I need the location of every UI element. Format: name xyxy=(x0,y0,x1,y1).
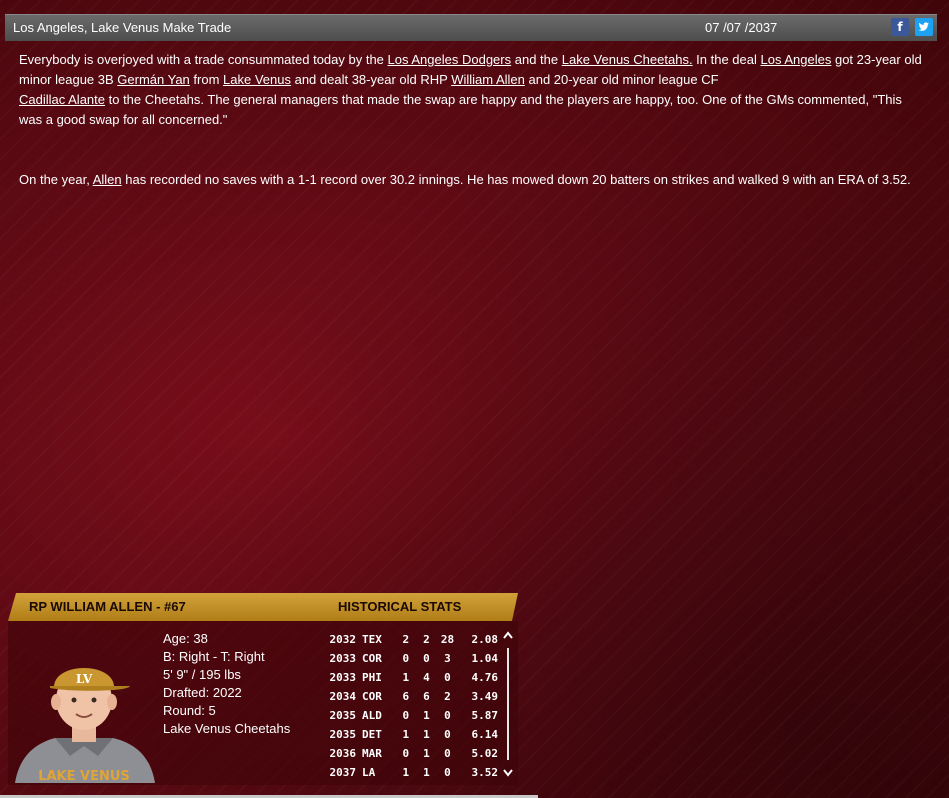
stats-cell-l: 1 xyxy=(423,747,430,760)
link-los-angeles-dodgers[interactable]: Los Angeles Dodgers xyxy=(388,52,512,67)
cap-logo: LV xyxy=(76,672,93,686)
stats-row: 2035 ALD 0 1 0 5.87 xyxy=(318,706,498,725)
article-text: has recorded no saves with a 1-1 record … xyxy=(121,172,911,187)
facebook-share-icon[interactable]: f xyxy=(891,18,909,36)
stats-cell-year: 2037 xyxy=(329,766,356,779)
stats-cell-team: COR xyxy=(361,690,382,703)
link-german-yan[interactable]: Germán Yan xyxy=(117,72,190,87)
article-text: and the xyxy=(511,52,562,67)
stats-cell-w: 1 xyxy=(402,766,410,779)
stats-cell-w: 0 xyxy=(402,747,410,760)
stats-cell-w: 0 xyxy=(402,709,410,722)
stats-cell-l: 2 xyxy=(423,633,430,646)
stats-cell-year: 2033 xyxy=(329,671,356,684)
player-team: Lake Venus Cheetahs xyxy=(163,721,291,736)
stats-cell-w: 0 xyxy=(402,652,410,665)
stats-row: 2034 COR 6 6 2 3.49 xyxy=(318,687,498,706)
stats-cell-year: 2035 xyxy=(329,728,356,741)
player-card-header: RP WILLIAM ALLEN - #67 HISTORICAL STATS xyxy=(8,593,518,621)
stats-cell-era: 3.49 xyxy=(471,690,499,703)
historical-stats-title: HISTORICAL STATS xyxy=(338,599,462,614)
news-date: 07 /07 /2037 xyxy=(705,20,778,35)
stats-cell-w: 1 xyxy=(402,671,410,684)
stats-cell-l: 6 xyxy=(423,690,430,703)
stats-cell-s: 0 xyxy=(444,747,451,760)
stats-cell-year: 2036 xyxy=(329,747,356,760)
stats-cell-team: MAR xyxy=(361,747,382,760)
stats-cell-w: 2 xyxy=(402,633,410,646)
stats-cell-era: 1.04 xyxy=(471,652,499,665)
article-paragraph: On the year, Allen has recorded no saves… xyxy=(19,170,924,190)
stats-cell-team: DET xyxy=(361,728,382,741)
historical-stats-table[interactable]: 2032 TEX 2 2 28 2.08 2033 COR 0 0 3 1.04 2033 PHI 1 4 0 4… xyxy=(318,627,498,785)
stats-cell-year: 2032 xyxy=(329,633,356,646)
stats-cell-era: 3.52 xyxy=(471,766,499,779)
article-text: from xyxy=(189,72,224,87)
stats-cell-team: LA xyxy=(361,766,376,779)
stats-cell-team: TEX xyxy=(361,633,382,646)
stats-cell-year: 2035 xyxy=(329,709,356,722)
news-title-bar: Los Angeles, Lake Venus Make Trade 07 /0… xyxy=(5,14,937,41)
jersey-text: LAKE VENUS xyxy=(38,769,130,783)
stats-cell-era: 6.14 xyxy=(471,728,499,741)
twitter-share-icon[interactable] xyxy=(915,18,933,36)
stats-cell-era: 5.02 xyxy=(471,747,499,760)
link-lake-venus[interactable]: Lake Venus xyxy=(223,72,291,87)
player-name[interactable]: RP WILLIAM ALLEN - #67 xyxy=(29,599,186,614)
stats-cell-l: 0 xyxy=(423,652,430,665)
stats-row: 2035 DET 1 1 0 6.14 xyxy=(318,725,498,744)
article-text: On the year, xyxy=(19,172,93,187)
player-portrait: LAKE VENUS LV xyxy=(10,652,158,783)
stats-scrollbar[interactable] xyxy=(507,648,509,760)
stats-cell-s: 0 xyxy=(444,709,451,722)
player-bats-throws: B: Right - T: Right xyxy=(163,649,265,664)
stats-cell-s: 0 xyxy=(444,728,451,741)
scroll-down-icon[interactable] xyxy=(502,766,514,778)
link-william-allen[interactable]: William Allen xyxy=(451,72,525,87)
stats-cell-s: 2 xyxy=(444,690,451,703)
link-cadillac-alante[interactable]: Cadillac Alante xyxy=(19,92,105,107)
stats-cell-year: 2034 xyxy=(329,690,356,703)
stats-cell-l: 4 xyxy=(423,671,430,684)
player-age: Age: 38 xyxy=(163,631,208,646)
stats-cell-w: 6 xyxy=(402,690,410,703)
stats-cell-year: 2033 xyxy=(329,652,356,665)
link-lake-venus-cheetahs[interactable]: Lake Venus Cheetahs. xyxy=(562,52,693,67)
stats-cell-s: 0 xyxy=(444,766,451,779)
player-draft-round: Round: 5 xyxy=(163,703,216,718)
stats-cell-era: 4.76 xyxy=(471,671,499,684)
link-allen[interactable]: Allen xyxy=(93,172,122,187)
article-text: and dealt 38-year old RHP xyxy=(290,72,452,87)
stats-cell-s: 0 xyxy=(444,671,451,684)
stats-row: 2036 MAR 0 1 0 5.02 xyxy=(318,744,498,763)
stats-cell-team: COR xyxy=(361,652,382,665)
news-article-body: Everybody is overjoyed with a trade cons… xyxy=(19,50,924,190)
stats-cell-era: 5.87 xyxy=(471,709,499,722)
stats-cell-era: 2.08 xyxy=(471,633,499,646)
stats-cell-l: 1 xyxy=(423,766,430,779)
stats-cell-l: 1 xyxy=(423,709,430,722)
player-bio: Age: 38 B: Right - T: Right 5' 9" / 195 … xyxy=(163,630,290,738)
stats-cell-l: 1 xyxy=(423,728,430,741)
stats-cell-s: 28 xyxy=(440,633,455,646)
article-paragraph: Everybody is overjoyed with a trade cons… xyxy=(19,50,924,130)
stats-row: 2033 PHI 1 4 0 4.76 xyxy=(318,668,498,687)
stats-cell-team: PHI xyxy=(361,671,382,684)
link-los-angeles[interactable]: Los Angeles xyxy=(761,52,832,67)
article-text: Everybody is overjoyed with a trade cons… xyxy=(19,52,388,67)
stats-cell-w: 1 xyxy=(402,728,410,741)
article-text: In the deal xyxy=(692,52,761,67)
stats-cell-team: ALD xyxy=(361,709,382,722)
player-height-weight: 5' 9" / 195 lbs xyxy=(163,667,241,682)
news-headline: Los Angeles, Lake Venus Make Trade xyxy=(13,20,232,35)
article-text: and 20-year old minor league CF xyxy=(524,72,719,87)
stats-row: 2032 TEX 2 2 28 2.08 xyxy=(318,630,498,649)
player-drafted: Drafted: 2022 xyxy=(163,685,242,700)
stats-row: 2033 COR 0 0 3 1.04 xyxy=(318,649,498,668)
article-text: to the Cheetahs. The general managers th… xyxy=(19,92,902,127)
scroll-up-icon[interactable] xyxy=(502,630,514,642)
stats-row: 2037 LA 1 1 0 3.52 xyxy=(318,763,498,782)
stats-cell-s: 3 xyxy=(444,652,451,665)
